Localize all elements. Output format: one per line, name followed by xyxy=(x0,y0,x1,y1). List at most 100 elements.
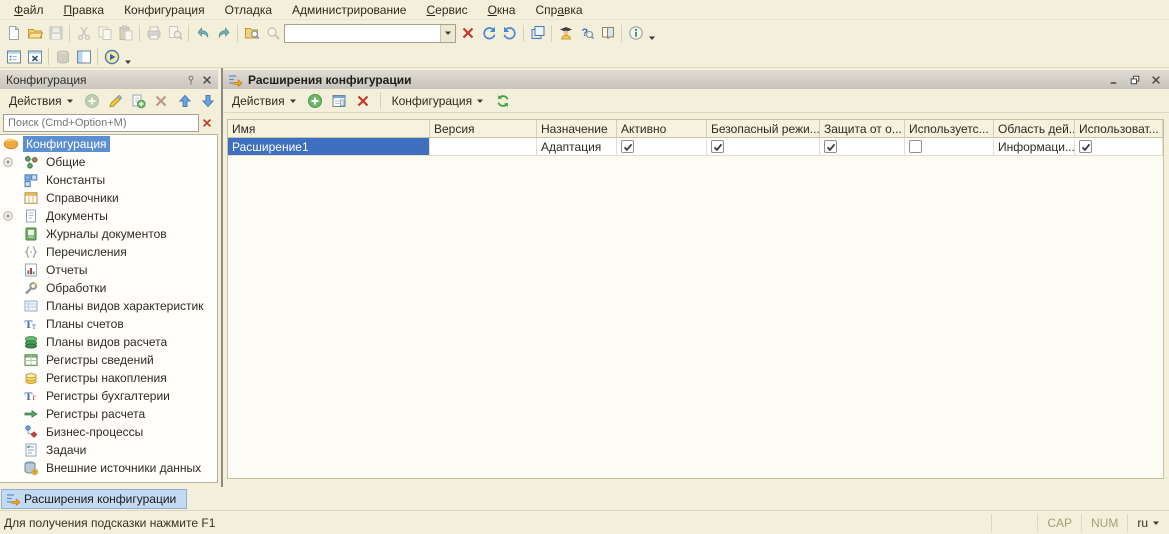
tree-item[interactable]: Бизнес-процессы xyxy=(0,423,217,441)
delete-icon[interactable] xyxy=(151,90,171,111)
table-cell[interactable]: Адаптация xyxy=(537,138,617,156)
column-header[interactable]: Использоват... xyxy=(1075,120,1163,138)
tab-extensions[interactable]: Расширения конфигурации xyxy=(1,489,187,509)
clear-search-icon[interactable] xyxy=(457,23,478,44)
expander-icon[interactable] xyxy=(3,211,13,221)
new-document-icon[interactable] xyxy=(3,23,24,44)
menu-windows[interactable]: Окна xyxy=(478,1,526,19)
update-db-configuration-icon[interactable] xyxy=(52,46,73,67)
tree-item[interactable]: Задачи xyxy=(0,441,217,459)
column-header[interactable]: Область дей... xyxy=(994,120,1075,138)
checkbox[interactable] xyxy=(621,140,634,153)
table-cell[interactable] xyxy=(430,138,537,156)
minimize-icon[interactable] xyxy=(1104,72,1123,87)
navigate-forward-icon[interactable] xyxy=(499,23,520,44)
extension-form-icon[interactable] xyxy=(329,90,350,111)
paste-icon[interactable] xyxy=(115,23,136,44)
checkbox[interactable] xyxy=(711,140,724,153)
tree-item[interactable]: Планы видов расчета xyxy=(0,333,217,351)
windows-icon[interactable] xyxy=(527,23,548,44)
tree-item[interactable]: Документы xyxy=(0,207,217,225)
tree-item[interactable]: Перечисления xyxy=(0,243,217,261)
clear-search-icon[interactable] xyxy=(199,115,215,131)
tree-item[interactable]: Регистры накопления xyxy=(0,369,217,387)
column-header[interactable]: Безопасный режи... xyxy=(707,120,820,138)
tree-item[interactable]: Планы видов характеристик xyxy=(0,297,217,315)
restore-icon[interactable] xyxy=(1125,72,1144,87)
search-combobox[interactable] xyxy=(284,24,456,43)
column-header[interactable]: Активно xyxy=(617,120,707,138)
table-cell[interactable]: Расширение1 xyxy=(228,138,430,156)
tree-item[interactable]: Константы xyxy=(0,171,217,189)
tree-search-input[interactable] xyxy=(3,114,199,132)
help-book-icon[interactable] xyxy=(597,23,618,44)
checkbox[interactable] xyxy=(909,140,922,153)
tree-item[interactable]: TтПланы счетов xyxy=(0,315,217,333)
toolbar-overflow-icon[interactable] xyxy=(646,24,658,42)
tree-item[interactable]: Общие xyxy=(0,153,217,171)
tree-item[interactable]: Журналы документов xyxy=(0,225,217,243)
table-cell[interactable] xyxy=(820,138,905,156)
checkbox[interactable] xyxy=(1079,140,1092,153)
expander-icon[interactable] xyxy=(3,157,13,167)
tree-item[interactable]: Конфигурация xyxy=(0,135,217,153)
move-up-icon[interactable] xyxy=(175,90,195,111)
delete-icon[interactable] xyxy=(353,90,374,111)
close-icon[interactable] xyxy=(1146,72,1165,87)
global-search-icon[interactable] xyxy=(241,23,262,44)
menu-administration[interactable]: Администрирование xyxy=(282,1,416,19)
print-preview-icon[interactable] xyxy=(164,23,185,44)
close-icon[interactable] xyxy=(199,72,215,88)
menu-service[interactable]: Сервис xyxy=(416,1,477,19)
column-header[interactable]: Имя xyxy=(228,120,430,138)
column-header[interactable]: Защита от о... xyxy=(820,120,905,138)
configuration-menu-button[interactable]: Конфигурация xyxy=(387,91,490,111)
menu-help[interactable]: Справка xyxy=(525,1,592,19)
refresh-icon[interactable] xyxy=(492,90,513,111)
column-header[interactable]: Назначение xyxy=(537,120,617,138)
configuration-window-icon[interactable] xyxy=(73,46,94,67)
tree-item[interactable]: Внешние источники данных xyxy=(0,459,217,477)
tree-item[interactable]: Справочники xyxy=(0,189,217,207)
close-configuration-icon[interactable] xyxy=(24,46,45,67)
pin-icon[interactable] xyxy=(183,72,199,88)
open-configuration-icon[interactable] xyxy=(3,46,24,67)
menu-file[interactable]: Файл xyxy=(4,1,54,19)
redo-icon[interactable] xyxy=(213,23,234,44)
tree-item[interactable]: TrРегистры бухгалтерии xyxy=(0,387,217,405)
table-cell[interactable] xyxy=(617,138,707,156)
tree-item[interactable]: Регистры расчета xyxy=(0,405,217,423)
menu-debug[interactable]: Отладка xyxy=(215,1,282,19)
checkbox[interactable] xyxy=(824,140,837,153)
column-header[interactable]: Версия xyxy=(430,120,537,138)
navigate-back-icon[interactable] xyxy=(478,23,499,44)
combobox-dropdown-icon[interactable] xyxy=(440,25,455,42)
add-icon[interactable] xyxy=(82,90,102,111)
tree-item[interactable]: Отчеты xyxy=(0,261,217,279)
language-selector[interactable]: ru xyxy=(1127,514,1169,532)
syntax-assistant-icon[interactable] xyxy=(555,23,576,44)
table-cell[interactable] xyxy=(905,138,994,156)
save-icon[interactable] xyxy=(45,23,66,44)
help-search-icon[interactable]: ? xyxy=(576,23,597,44)
move-down-icon[interactable] xyxy=(198,90,218,111)
table-row[interactable]: Расширение1 Адаптация Информаци... xyxy=(228,138,1163,156)
menu-configuration[interactable]: Конфигурация xyxy=(114,1,215,19)
print-icon[interactable] xyxy=(143,23,164,44)
toolbar-overflow-icon[interactable] xyxy=(122,48,134,66)
table-cell[interactable]: Информаци... xyxy=(994,138,1075,156)
open-icon[interactable] xyxy=(24,23,45,44)
tree-item[interactable]: Регистры сведений xyxy=(0,351,217,369)
actions-menu-button[interactable]: Действия xyxy=(4,91,79,111)
edit-icon[interactable] xyxy=(105,90,125,111)
search-icon[interactable] xyxy=(262,23,283,44)
undo-icon[interactable] xyxy=(192,23,213,44)
add-icon[interactable] xyxy=(305,90,326,111)
search-input[interactable] xyxy=(285,26,440,41)
tree-item[interactable]: Обработки xyxy=(0,279,217,297)
table-cell[interactable] xyxy=(1075,138,1163,156)
actions-menu-button[interactable]: Действия xyxy=(227,91,302,111)
about-icon[interactable] xyxy=(625,23,646,44)
column-header[interactable]: Используетс... xyxy=(905,120,994,138)
table-cell[interactable] xyxy=(707,138,820,156)
